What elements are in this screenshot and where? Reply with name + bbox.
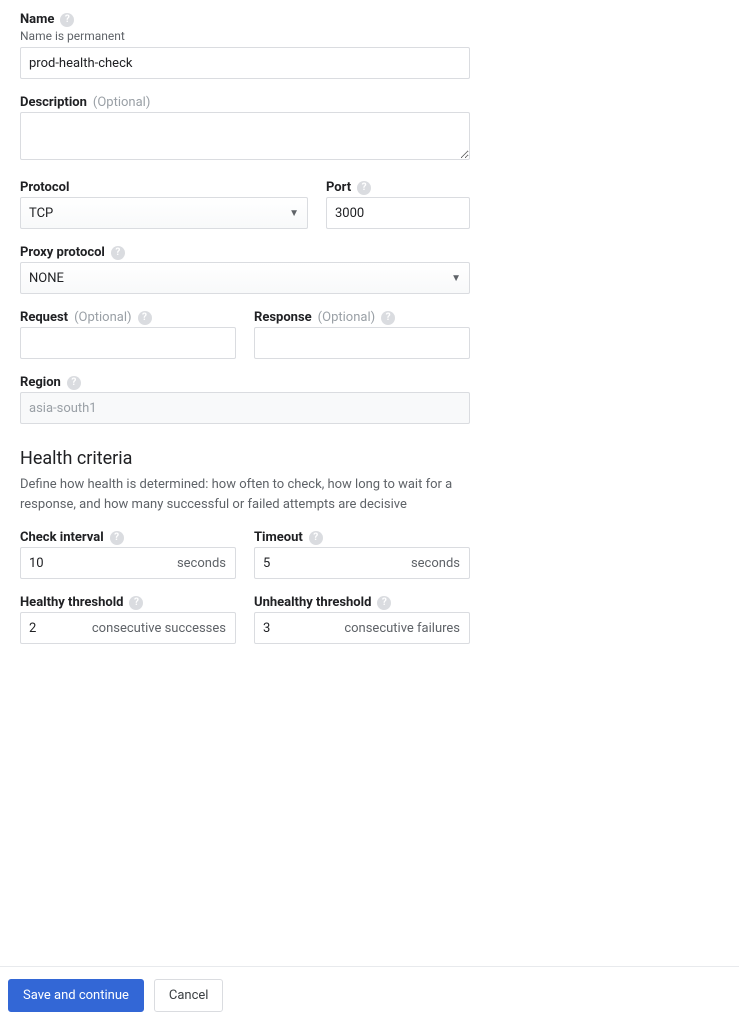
description-optional: (Optional): [93, 95, 150, 110]
proxy-protocol-label: Proxy protocol: [20, 245, 105, 260]
region-field: Region ?: [20, 375, 470, 424]
help-icon[interactable]: ?: [60, 13, 74, 27]
response-label: Response: [254, 310, 312, 325]
help-icon[interactable]: ?: [381, 311, 395, 325]
timeout-field: Timeout ? seconds: [254, 530, 470, 579]
help-icon[interactable]: ?: [67, 376, 81, 390]
protocol-label: Protocol: [20, 180, 69, 195]
timeout-label: Timeout: [254, 530, 303, 545]
caret-down-icon: ▼: [289, 208, 299, 219]
help-icon[interactable]: ?: [111, 246, 125, 260]
check-interval-label: Check interval: [20, 530, 104, 545]
response-field: Response (Optional) ?: [254, 310, 470, 359]
help-icon[interactable]: ?: [138, 311, 152, 325]
protocol-field: Protocol TCP ▼: [20, 180, 308, 229]
interval-timeout-row: Check interval ? seconds Timeout ? secon…: [20, 530, 470, 579]
request-label: Request: [20, 310, 68, 325]
check-interval-field: Check interval ? seconds: [20, 530, 236, 579]
proxy-protocol-select[interactable]: NONE ▼: [20, 262, 470, 294]
response-optional: (Optional): [318, 310, 375, 325]
request-field: Request (Optional) ?: [20, 310, 236, 359]
name-input[interactable]: [20, 47, 470, 79]
threshold-row: Healthy threshold ? consecutive successe…: [20, 595, 470, 644]
proxy-protocol-field: Proxy protocol ? NONE ▼: [20, 245, 470, 294]
healthy-threshold-input[interactable]: [20, 612, 236, 644]
description-field: Description (Optional): [20, 95, 470, 164]
help-icon[interactable]: ?: [110, 531, 124, 545]
health-criteria-desc: Define how health is determined: how oft…: [20, 475, 470, 514]
request-input[interactable]: [20, 327, 236, 359]
caret-down-icon: ▼: [451, 273, 461, 284]
health-check-form: Name ? Name is permanent Description (Op…: [0, 0, 739, 1024]
unhealthy-threshold-label: Unhealthy threshold: [254, 595, 371, 610]
port-input[interactable]: [326, 197, 470, 229]
protocol-select[interactable]: TCP ▼: [20, 197, 308, 229]
port-field: Port ?: [326, 180, 470, 229]
region-label: Region: [20, 375, 61, 390]
port-label: Port: [326, 180, 351, 195]
help-icon[interactable]: ?: [377, 596, 391, 610]
help-icon[interactable]: ?: [309, 531, 323, 545]
name-sublabel: Name is permanent: [20, 29, 470, 43]
cancel-button[interactable]: Cancel: [154, 979, 224, 1012]
request-response-row: Request (Optional) ? Response (Optional)…: [20, 310, 470, 359]
name-field: Name ? Name is permanent: [20, 12, 470, 79]
unhealthy-threshold-input[interactable]: [254, 612, 470, 644]
help-icon[interactable]: ?: [129, 596, 143, 610]
unhealthy-threshold-field: Unhealthy threshold ? consecutive failur…: [254, 595, 470, 644]
region-input: [20, 392, 470, 424]
footer-bar: Save and continue Cancel: [0, 966, 739, 1024]
healthy-threshold-field: Healthy threshold ? consecutive successe…: [20, 595, 236, 644]
protocol-value: TCP: [29, 206, 53, 221]
healthy-threshold-label: Healthy threshold: [20, 595, 123, 610]
timeout-input[interactable]: [254, 547, 470, 579]
protocol-port-row: Protocol TCP ▼ Port ?: [20, 180, 470, 229]
proxy-protocol-value: NONE: [29, 271, 64, 286]
check-interval-input[interactable]: [20, 547, 236, 579]
response-input[interactable]: [254, 327, 470, 359]
description-label: Description: [20, 95, 87, 110]
health-criteria-title: Health criteria: [20, 448, 719, 469]
name-label: Name: [20, 12, 54, 27]
description-input[interactable]: [20, 112, 470, 160]
help-icon[interactable]: ?: [357, 181, 371, 195]
save-and-continue-button[interactable]: Save and continue: [8, 979, 144, 1012]
request-optional: (Optional): [74, 310, 131, 325]
